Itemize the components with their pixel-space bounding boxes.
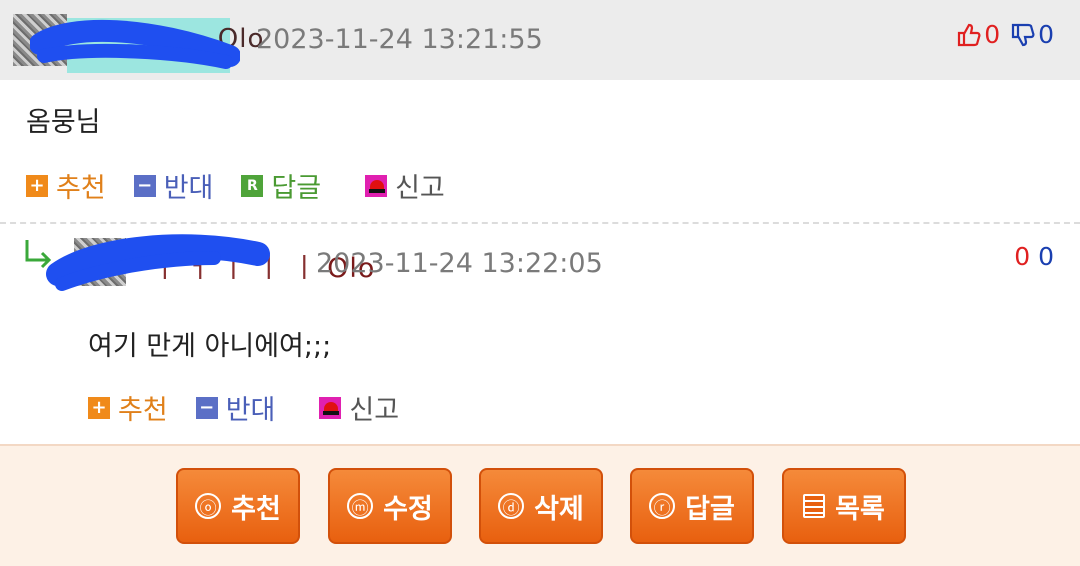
report-link[interactable]: 신고 — [365, 166, 445, 205]
report-label: 신고 — [349, 395, 400, 426]
oppose-label: 반대 — [225, 395, 276, 426]
down-count: 0 — [1038, 242, 1054, 271]
list-icon — [803, 494, 826, 518]
siren-icon — [365, 174, 388, 197]
oppose-link[interactable]: − 반대 — [133, 166, 214, 205]
comment-2-actions: + 추천 − 반대 신고 — [88, 388, 427, 427]
comment-divider — [0, 222, 1080, 224]
reply-button[interactable]: ⓡ 답글 — [630, 468, 754, 544]
recommend-label: 추천 — [56, 173, 106, 204]
down-count: 0 — [1038, 20, 1054, 49]
oppose-label: 반대 — [163, 173, 214, 204]
comment-date: 2023-11-24 13:21:55 — [256, 24, 543, 55]
comment-1-header: ...Olo 2023-11-24 13:21:55 0 0 — [0, 0, 1080, 80]
oppose-link[interactable]: − 반대 — [195, 388, 276, 427]
siren-icon — [319, 396, 342, 419]
recommend-label: 추천 — [118, 395, 168, 426]
vote-counts: 0 0 — [1014, 242, 1054, 271]
delete-button-label: 삭제 — [534, 493, 584, 524]
circle-d-icon: ⓓ — [498, 493, 525, 519]
delete-button[interactable]: ⓓ 삭제 — [479, 468, 603, 544]
reply-link[interactable]: R 답글 — [241, 166, 321, 205]
up-count: 0 — [984, 20, 1001, 49]
circle-m-icon: ⓜ — [347, 493, 374, 519]
list-button[interactable]: 목록 — [782, 468, 906, 544]
circle-o-icon: ⓞ — [195, 493, 222, 519]
comment-date: 2023-11-24 13:22:05 — [316, 248, 603, 279]
thumbs-up-icon[interactable] — [956, 22, 982, 48]
redaction-scribble — [46, 234, 270, 291]
minus-icon: − — [195, 396, 218, 419]
comment-1-actions: + 추천 − 반대 R 답글 신고 — [26, 166, 473, 205]
edit-button[interactable]: ⓜ 수정 — [328, 468, 452, 544]
bottom-action-bar: ⓞ 추천 ⓜ 수정 ⓓ 삭제 ⓡ 답글 목록 — [0, 444, 1080, 566]
edit-button-label: 수정 — [383, 493, 433, 524]
thumbs-down-icon[interactable] — [1010, 22, 1036, 48]
recommend-button-label: 추천 — [231, 493, 281, 524]
reply-button-label: 답글 — [685, 493, 735, 524]
comment-body: 옴뭉님 — [26, 107, 101, 138]
recommend-link[interactable]: + 추천 — [26, 166, 106, 205]
minus-icon: − — [133, 174, 156, 197]
recommend-button[interactable]: ⓞ 추천 — [176, 468, 300, 544]
circle-r-icon: ⓡ — [649, 493, 676, 519]
reply-r-icon: R — [241, 174, 264, 197]
vote-counts: 0 0 — [956, 20, 1054, 49]
redaction-scribble — [30, 19, 240, 69]
list-button-label: 목록 — [835, 493, 885, 524]
comment-body: 여기 만게 아니에여;;; — [88, 331, 332, 362]
report-label: 신고 — [395, 173, 445, 204]
up-count: 0 — [1014, 242, 1031, 271]
plus-icon: + — [26, 174, 48, 197]
report-link[interactable]: 신고 — [319, 388, 399, 427]
plus-icon: + — [88, 396, 110, 419]
reply-label: 답글 — [271, 173, 322, 204]
recommend-link[interactable]: + 추천 — [88, 388, 168, 427]
